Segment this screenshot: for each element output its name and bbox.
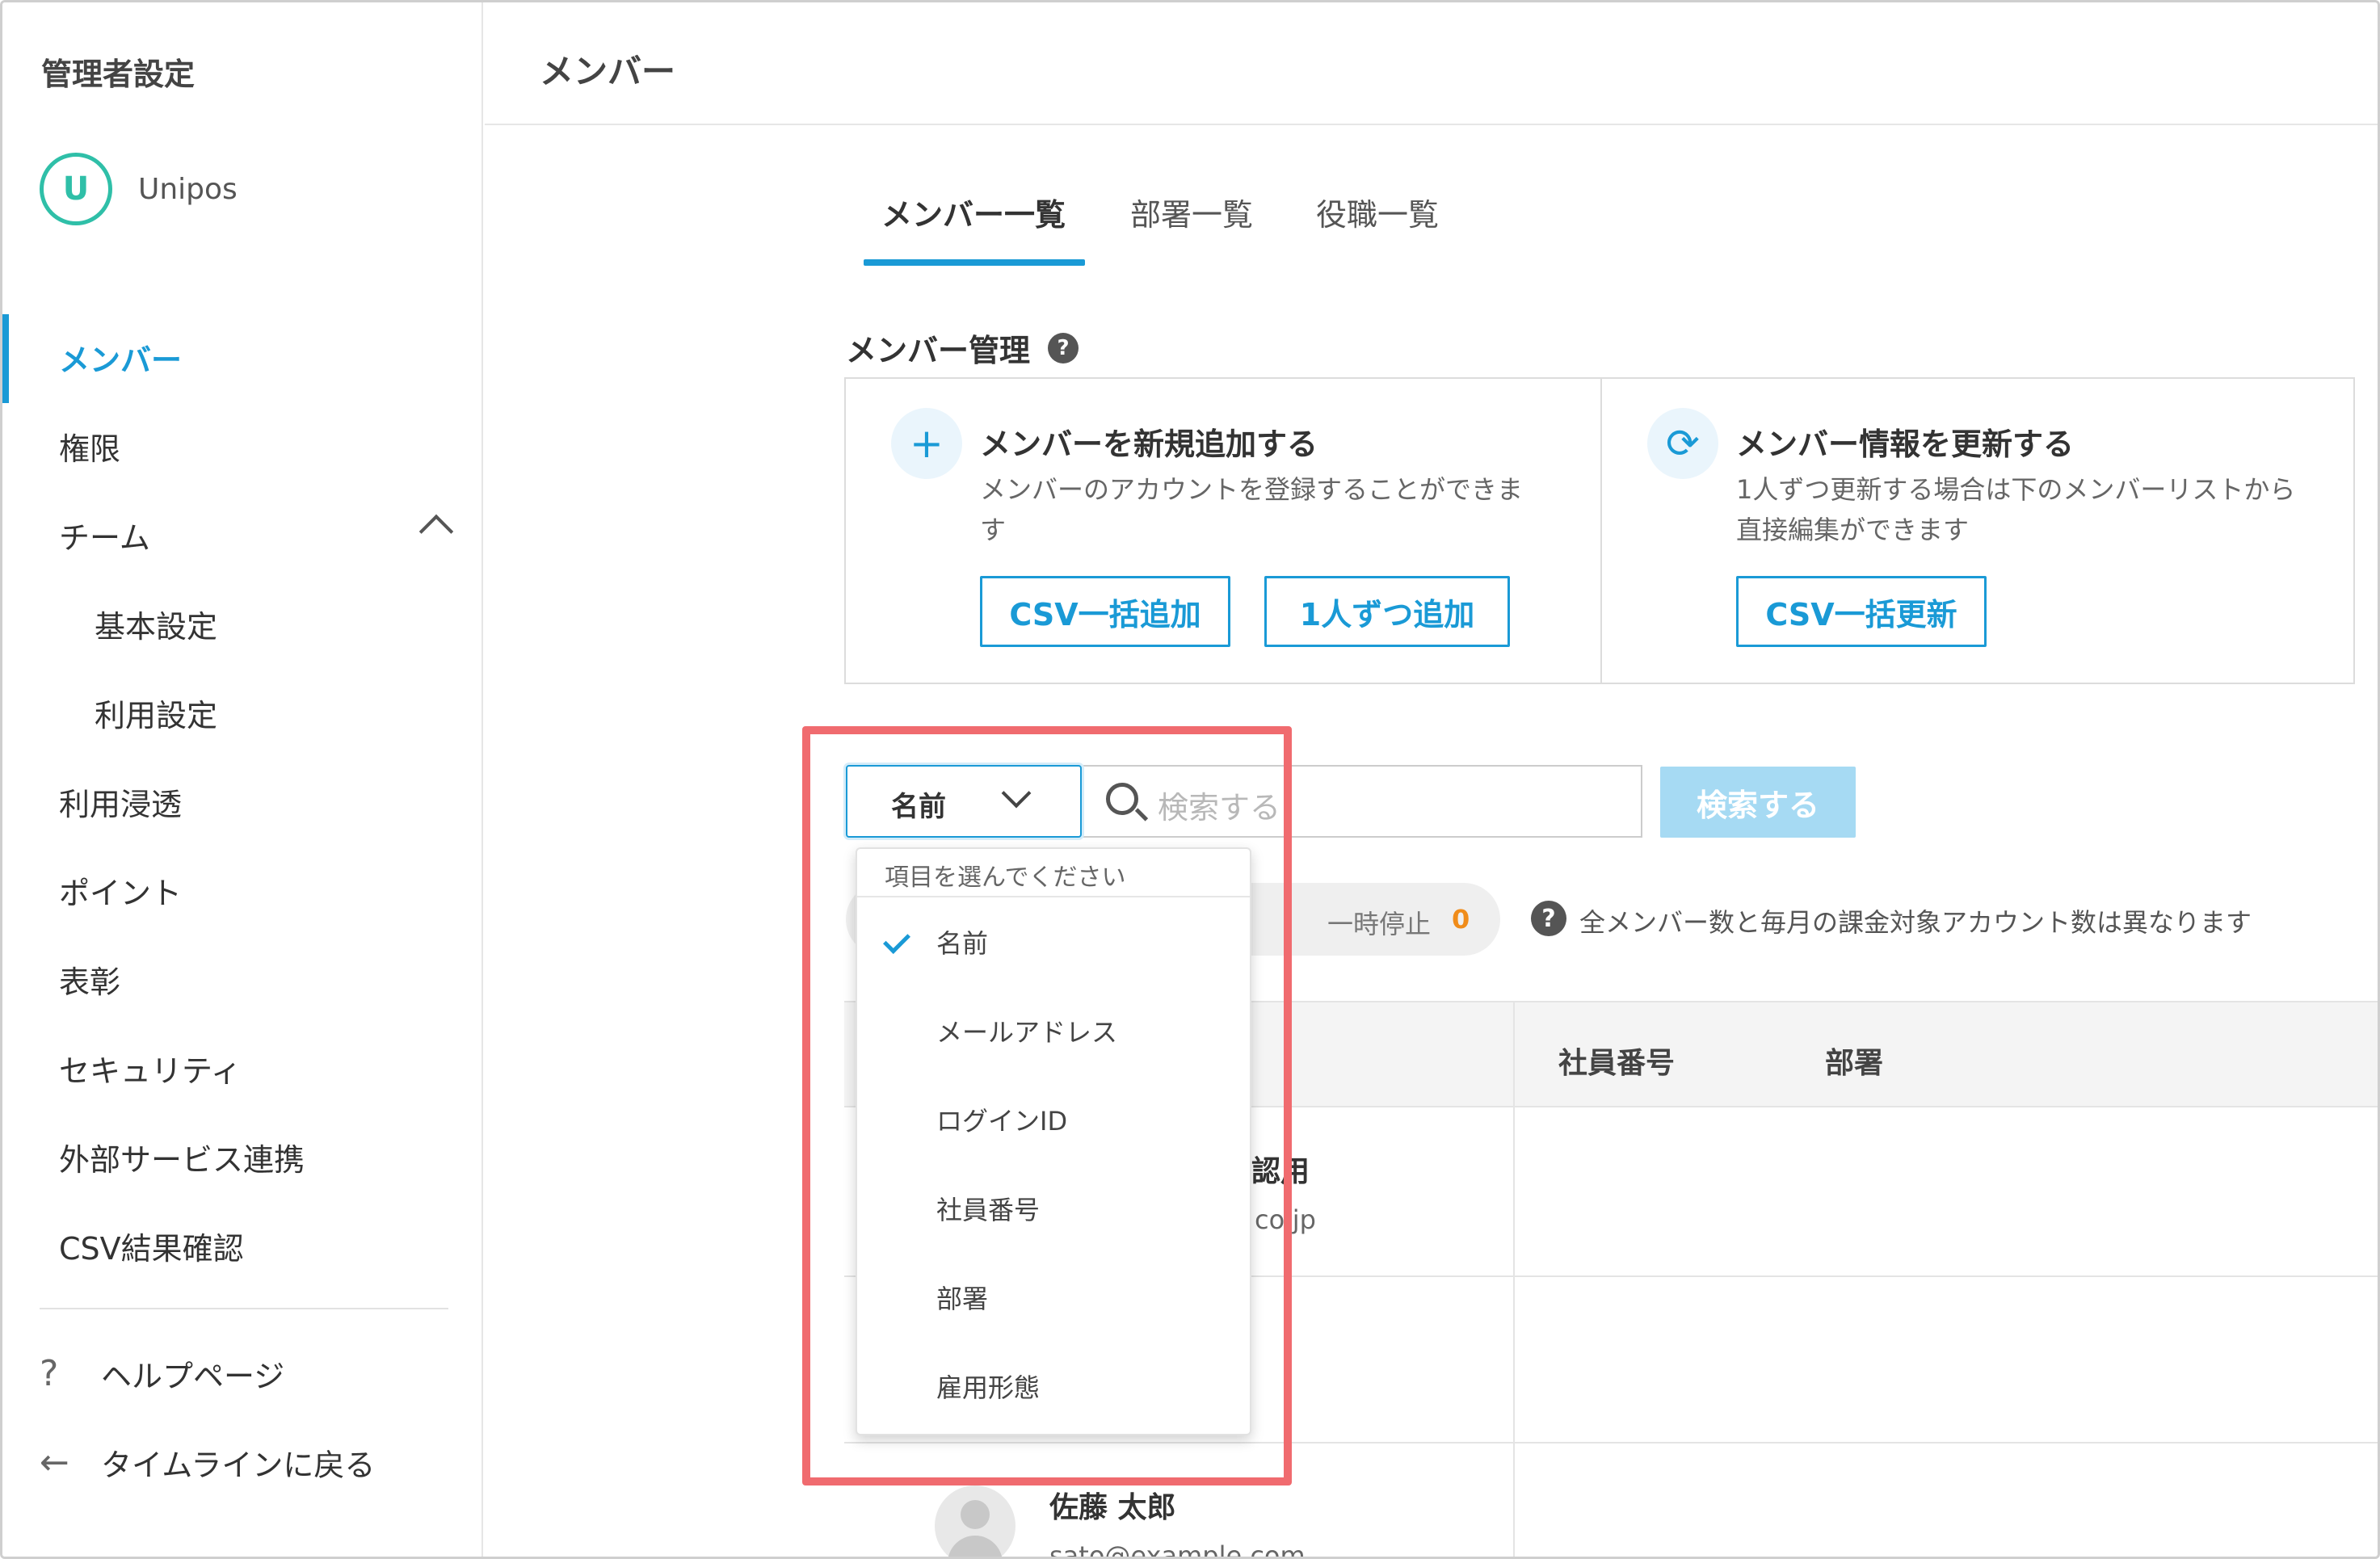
unipos-logo-icon: U	[40, 153, 112, 225]
update-member-description: 1人ずつ更新する場合は下のメンバーリストから 直接編集ができます	[1736, 469, 2295, 550]
sidebar-divider	[40, 1308, 448, 1309]
update-member-desc-line2: 直接編集ができます	[1736, 515, 1970, 545]
active-nav-indicator	[2, 314, 9, 403]
sidebar-item-permissions[interactable]: 権限	[59, 424, 120, 469]
update-member-desc-line1: 1人ずつ更新する場合は下のメンバーリストから	[1736, 474, 2296, 505]
sidebar-item-awards[interactable]: 表彰	[59, 957, 120, 1002]
section-title-label: メンバー管理	[846, 333, 1031, 368]
column-divider	[1513, 1001, 1515, 1557]
highlight-annotation	[802, 726, 1292, 1485]
question-circle-icon[interactable]: ?	[1048, 332, 1079, 363]
sidebar: 管理者設定 U Unipos メンバー 権限 チーム 基本設定 利用設定 利用浸…	[2, 2, 483, 1557]
sidebar-item-basic-settings[interactable]: 基本設定	[95, 602, 217, 646]
org-name: Unipos	[138, 172, 238, 206]
add-member-description: メンバーのアカウントを登録することができま す	[980, 469, 1523, 550]
sidebar-item-adoption[interactable]: 利用浸透	[59, 780, 182, 824]
refresh-icon: ⟳	[1647, 408, 1718, 479]
page-title: メンバー	[540, 52, 676, 91]
add-member-desc-line1: メンバーのアカウントを登録することができま	[980, 474, 1524, 505]
billing-notice: 全メンバー数と毎月の課金対象アカウント数は異なります	[1579, 907, 2252, 938]
help-page-label: ヘルプページ	[101, 1359, 285, 1394]
tab-department-list[interactable]: 部署一覧	[1130, 190, 1253, 234]
back-to-timeline-label: タイムラインに戻る	[101, 1448, 376, 1483]
search-button[interactable]: 検索する	[1660, 767, 1856, 838]
card-divider	[1600, 379, 1602, 683]
member-email-cell: sato@example.com	[1049, 1540, 1306, 1559]
page-header: メンバー	[485, 2, 2378, 125]
app-window: 管理者設定 U Unipos メンバー 権限 チーム 基本設定 利用設定 利用浸…	[0, 0, 2380, 1559]
sidebar-item-members[interactable]: メンバー	[59, 335, 182, 380]
org-brand: U Unipos	[40, 153, 238, 225]
sidebar-item-points[interactable]: ポイント	[59, 868, 182, 913]
add-member-desc-line2: す	[980, 515, 1007, 545]
section-title: メンバー管理 ?	[846, 326, 1079, 370]
sidebar-title: 管理者設定	[41, 57, 196, 92]
sidebar-item-integrations[interactable]: 外部サービス連携	[59, 1135, 305, 1179]
column-header-department[interactable]: 部署	[1825, 1040, 1883, 1082]
paused-filter-label[interactable]: 一時停止	[1327, 904, 1431, 941]
back-to-timeline-link[interactable]: ← タイムラインに戻る	[40, 1440, 375, 1485]
csv-bulk-update-button[interactable]: CSV一括更新	[1736, 576, 1987, 647]
plus-icon: +	[891, 408, 962, 479]
sidebar-item-team[interactable]: チーム	[59, 513, 150, 557]
help-icon: ?	[40, 1353, 59, 1394]
add-member-title: メンバーを新規追加する	[980, 427, 1318, 462]
sidebar-item-usage-settings[interactable]: 利用設定	[95, 691, 217, 735]
arrow-left-icon: ←	[40, 1442, 69, 1483]
chevron-up-icon[interactable]	[418, 514, 454, 549]
sidebar-item-csv-results[interactable]: CSV結果確認	[59, 1224, 244, 1268]
question-circle-icon[interactable]: ?	[1531, 901, 1566, 936]
help-page-link[interactable]: ? ヘルプページ	[40, 1351, 284, 1396]
update-member-title: メンバー情報を更新する	[1736, 427, 2075, 462]
tab-position-list[interactable]: 役職一覧	[1316, 190, 1439, 234]
add-one-by-one-button[interactable]: 1人ずつ追加	[1264, 576, 1510, 647]
member-management-cards: + メンバーを新規追加する メンバーのアカウントを登録することができま す CS…	[844, 377, 2355, 684]
sidebar-item-security[interactable]: セキュリティ	[59, 1046, 242, 1090]
active-tab-underline	[864, 259, 1085, 266]
member-name-cell[interactable]: 佐藤 太郎	[1049, 1484, 1176, 1526]
avatar	[935, 1485, 1015, 1557]
tab-member-list[interactable]: メンバー一覧	[881, 190, 1066, 234]
column-header-employee-no[interactable]: 社員番号	[1558, 1040, 1675, 1082]
csv-bulk-add-button[interactable]: CSV一括追加	[980, 576, 1230, 647]
paused-count: 0	[1452, 904, 1470, 935]
